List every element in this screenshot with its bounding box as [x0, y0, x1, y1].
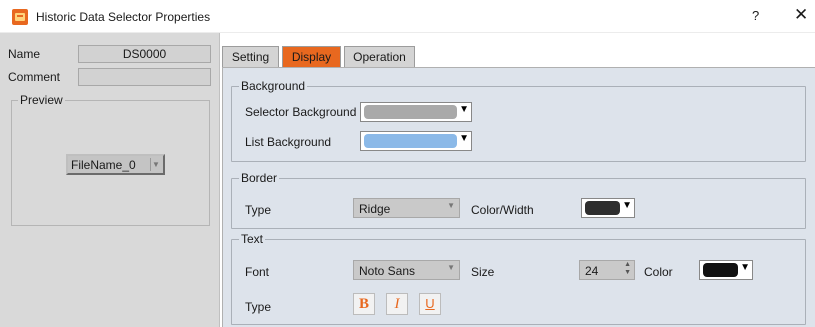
border-group: Border Type Ridge ▼ Color/Width ▼ [231, 171, 806, 229]
text-type-label: Type [245, 300, 272, 314]
chevron-down-icon: ▼ [447, 263, 455, 272]
size-label: Size [471, 265, 495, 279]
left-panel: Name DS0000 Comment Preview [0, 33, 220, 327]
triangle-down-icon: ▼ [740, 262, 750, 273]
preview-title: Preview [18, 93, 65, 107]
size-value: 24 [585, 264, 599, 278]
spinner-arrows-icon[interactable]: ▲ ▼ [624, 261, 631, 277]
text-group: Text Font Noto Sans ▼ Size 24 ▲ ▼ Color ▼… [231, 232, 806, 325]
help-button[interactable]: ? [752, 8, 759, 23]
bold-button[interactable]: B [353, 293, 375, 315]
chevron-down-icon: ▼ [150, 158, 161, 171]
border-color-swatch [585, 201, 620, 215]
size-stepper[interactable]: 24 ▲ ▼ [579, 260, 635, 280]
list-background-label: List Background [245, 135, 332, 149]
text-color-swatch [703, 263, 738, 277]
border-group-title: Border [239, 171, 280, 185]
text-color-button[interactable]: ▼ [699, 260, 753, 280]
triangle-down-icon: ▼ [459, 133, 469, 144]
border-type-value: Ridge [359, 202, 391, 216]
triangle-down-icon: ▼ [459, 104, 469, 115]
background-group: Background Selector Background ▼ List Ba… [231, 79, 806, 162]
text-group-title: Text [239, 232, 266, 246]
chevron-down-icon: ▼ [447, 201, 455, 210]
text-color-label: Color [644, 265, 673, 279]
tab-setting[interactable]: Setting [222, 46, 279, 68]
preview-combo: FileName_0 ▼ [66, 154, 165, 175]
comment-label: Comment [8, 70, 61, 84]
name-field[interactable]: DS0000 [78, 45, 211, 63]
name-label: Name [8, 47, 41, 61]
underline-button[interactable]: U [419, 293, 441, 315]
list-background-swatch [364, 134, 457, 148]
tab-operation[interactable]: Operation [344, 46, 415, 68]
list-background-color-button[interactable]: ▼ [360, 131, 472, 151]
title-bar: Historic Data Selector Properties ? ✕ [0, 0, 815, 33]
font-select[interactable]: Noto Sans ▼ [353, 260, 460, 280]
font-label: Font [245, 265, 270, 279]
tab-display[interactable]: Display [282, 46, 341, 68]
border-type-select[interactable]: Ridge ▼ [353, 198, 460, 218]
selector-background-color-button[interactable]: ▼ [360, 102, 472, 122]
color-width-label: Color/Width [471, 203, 534, 217]
preview-combo-text: FileName_0 [71, 158, 136, 172]
italic-button[interactable]: I [386, 293, 408, 315]
selector-background-swatch [364, 105, 457, 119]
border-type-label: Type [245, 203, 272, 217]
triangle-down-icon: ▼ [622, 200, 632, 211]
background-group-title: Background [239, 79, 308, 93]
comment-field[interactable] [78, 68, 211, 86]
font-value: Noto Sans [359, 264, 416, 278]
border-color-button[interactable]: ▼ [581, 198, 635, 218]
close-icon[interactable]: ✕ [794, 6, 808, 23]
selector-background-label: Selector Background [245, 105, 357, 119]
app-icon [12, 9, 28, 25]
window-title: Historic Data Selector Properties [36, 10, 211, 24]
display-tab-content: Background Selector Background ▼ List Ba… [222, 67, 815, 327]
